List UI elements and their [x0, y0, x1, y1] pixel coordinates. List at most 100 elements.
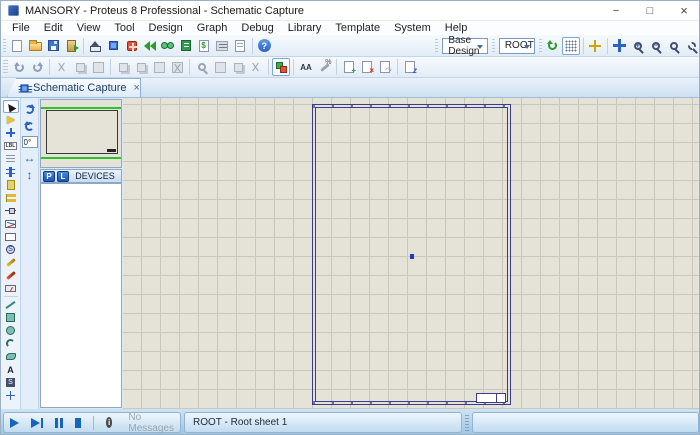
tape-recorder-mode[interactable]: [3, 230, 19, 243]
zoom-out-icon[interactable]: [647, 37, 665, 55]
tab-schematic-capture[interactable]: Schematic Capture ×: [7, 78, 141, 97]
pan-icon[interactable]: [611, 37, 629, 55]
pick-devices-button[interactable]: P: [43, 171, 55, 182]
menu-template[interactable]: Template: [328, 21, 387, 35]
undo-icon[interactable]: [10, 58, 28, 76]
project-notes-icon[interactable]: [231, 37, 249, 55]
component-mode[interactable]: [3, 113, 19, 126]
statusbar-drag-handle[interactable]: [465, 415, 469, 431]
toolbar-grip[interactable]: [435, 39, 438, 53]
toolbar-grip[interactable]: [3, 39, 6, 53]
junction-dot-mode[interactable]: [3, 126, 19, 139]
menu-system[interactable]: System: [387, 21, 438, 35]
mirror-vertical-icon[interactable]: ↕: [22, 168, 38, 182]
import-design-icon[interactable]: [62, 37, 80, 55]
copy-icon[interactable]: [71, 58, 89, 76]
zoom-all-icon[interactable]: [665, 37, 683, 55]
2d-box-mode[interactable]: [3, 311, 19, 324]
open-design-icon[interactable]: [26, 37, 44, 55]
wire-autorouter-icon[interactable]: [272, 58, 290, 76]
property-assignment-icon[interactable]: [315, 58, 333, 76]
redo-icon[interactable]: [28, 58, 46, 76]
bill-of-materials-icon[interactable]: [195, 37, 213, 55]
toolbar-grip[interactable]: [3, 60, 8, 74]
play-button[interactable]: [10, 418, 19, 428]
2d-marker-mode[interactable]: [3, 389, 19, 402]
tab-close-icon[interactable]: ×: [134, 82, 140, 94]
menu-tool[interactable]: Tool: [107, 21, 141, 35]
text-script-mode[interactable]: [3, 152, 19, 165]
gerber-viewer-icon[interactable]: [141, 37, 159, 55]
grid-toggle-icon[interactable]: [562, 37, 580, 55]
devices-list[interactable]: [40, 183, 122, 408]
redraw-icon[interactable]: [544, 37, 562, 55]
menu-view[interactable]: View: [70, 21, 108, 35]
bus-mode[interactable]: [3, 165, 19, 178]
graph-mode[interactable]: [3, 217, 19, 230]
sheet-overview-minimap[interactable]: [40, 99, 122, 168]
paste-icon[interactable]: [89, 58, 107, 76]
rotate-anticlockwise-icon[interactable]: [22, 119, 38, 133]
stop-button[interactable]: [75, 418, 81, 428]
menu-debug[interactable]: Debug: [234, 21, 280, 35]
library-manager-button[interactable]: L: [57, 171, 69, 182]
menu-help[interactable]: Help: [438, 21, 475, 35]
menu-graph[interactable]: Graph: [190, 21, 235, 35]
subcircuit-mode[interactable]: [3, 178, 19, 191]
menu-design[interactable]: Design: [142, 21, 190, 35]
new-sheet-icon[interactable]: [340, 58, 358, 76]
pause-button[interactable]: [55, 418, 63, 428]
zoom-area-icon[interactable]: [683, 37, 700, 55]
netlist-icon[interactable]: [401, 58, 419, 76]
block-delete-icon[interactable]: [168, 58, 186, 76]
message-info-icon[interactable]: [106, 417, 113, 428]
device-pin-mode[interactable]: [3, 204, 19, 217]
save-design-icon[interactable]: [44, 37, 62, 55]
menu-file[interactable]: File: [5, 21, 37, 35]
terminal-mode[interactable]: [3, 191, 19, 204]
toolbar-grip[interactable]: [492, 39, 495, 53]
new-design-icon[interactable]: [8, 37, 26, 55]
block-move-icon[interactable]: [132, 58, 150, 76]
selection-mode[interactable]: [3, 100, 19, 113]
design-explorer-icon[interactable]: [177, 37, 195, 55]
2d-path-mode[interactable]: [3, 350, 19, 363]
rotate-clockwise-icon[interactable]: [22, 102, 38, 116]
help-icon[interactable]: [255, 37, 273, 55]
block-copy-icon[interactable]: [114, 58, 132, 76]
design-style-combo[interactable]: Base Design: [442, 38, 487, 54]
maximize-button[interactable]: □: [633, 1, 667, 20]
block-rotate-icon[interactable]: [150, 58, 168, 76]
schematic-canvas[interactable]: [123, 98, 700, 409]
packaging-tool-icon[interactable]: [229, 58, 247, 76]
toolbar-grip[interactable]: [539, 39, 542, 53]
goto-sheet-icon[interactable]: [376, 58, 394, 76]
zoom-in-icon[interactable]: [629, 37, 647, 55]
pick-parts-icon[interactable]: [193, 58, 211, 76]
home-page-icon[interactable]: [87, 37, 105, 55]
pcb-layout-icon[interactable]: [123, 37, 141, 55]
search-tag-icon[interactable]: [297, 58, 315, 76]
2d-circle-mode[interactable]: [3, 324, 19, 337]
instrument-mode[interactable]: [3, 282, 19, 295]
step-button[interactable]: [31, 418, 43, 428]
2d-arc-mode[interactable]: [3, 337, 19, 350]
generator-mode[interactable]: [3, 243, 19, 256]
3d-visualizer-icon[interactable]: [159, 37, 177, 55]
wire-label-mode[interactable]: [3, 139, 19, 152]
mirror-horizontal-icon[interactable]: ↔: [22, 151, 38, 165]
current-probe-mode[interactable]: [3, 269, 19, 282]
decompose-icon[interactable]: [247, 58, 265, 76]
schematic-capture-icon[interactable]: [105, 37, 123, 55]
2d-line-mode[interactable]: [3, 298, 19, 311]
close-button[interactable]: ×: [667, 1, 700, 20]
cut-icon[interactable]: [53, 58, 71, 76]
rotation-angle-field[interactable]: [22, 136, 38, 148]
voltage-probe-mode[interactable]: [3, 256, 19, 269]
menu-edit[interactable]: Edit: [37, 21, 70, 35]
make-device-icon[interactable]: [211, 58, 229, 76]
origin-icon[interactable]: [586, 37, 604, 55]
menu-library[interactable]: Library: [281, 21, 329, 35]
2d-text-mode[interactable]: [3, 363, 19, 376]
remove-sheet-icon[interactable]: [358, 58, 376, 76]
